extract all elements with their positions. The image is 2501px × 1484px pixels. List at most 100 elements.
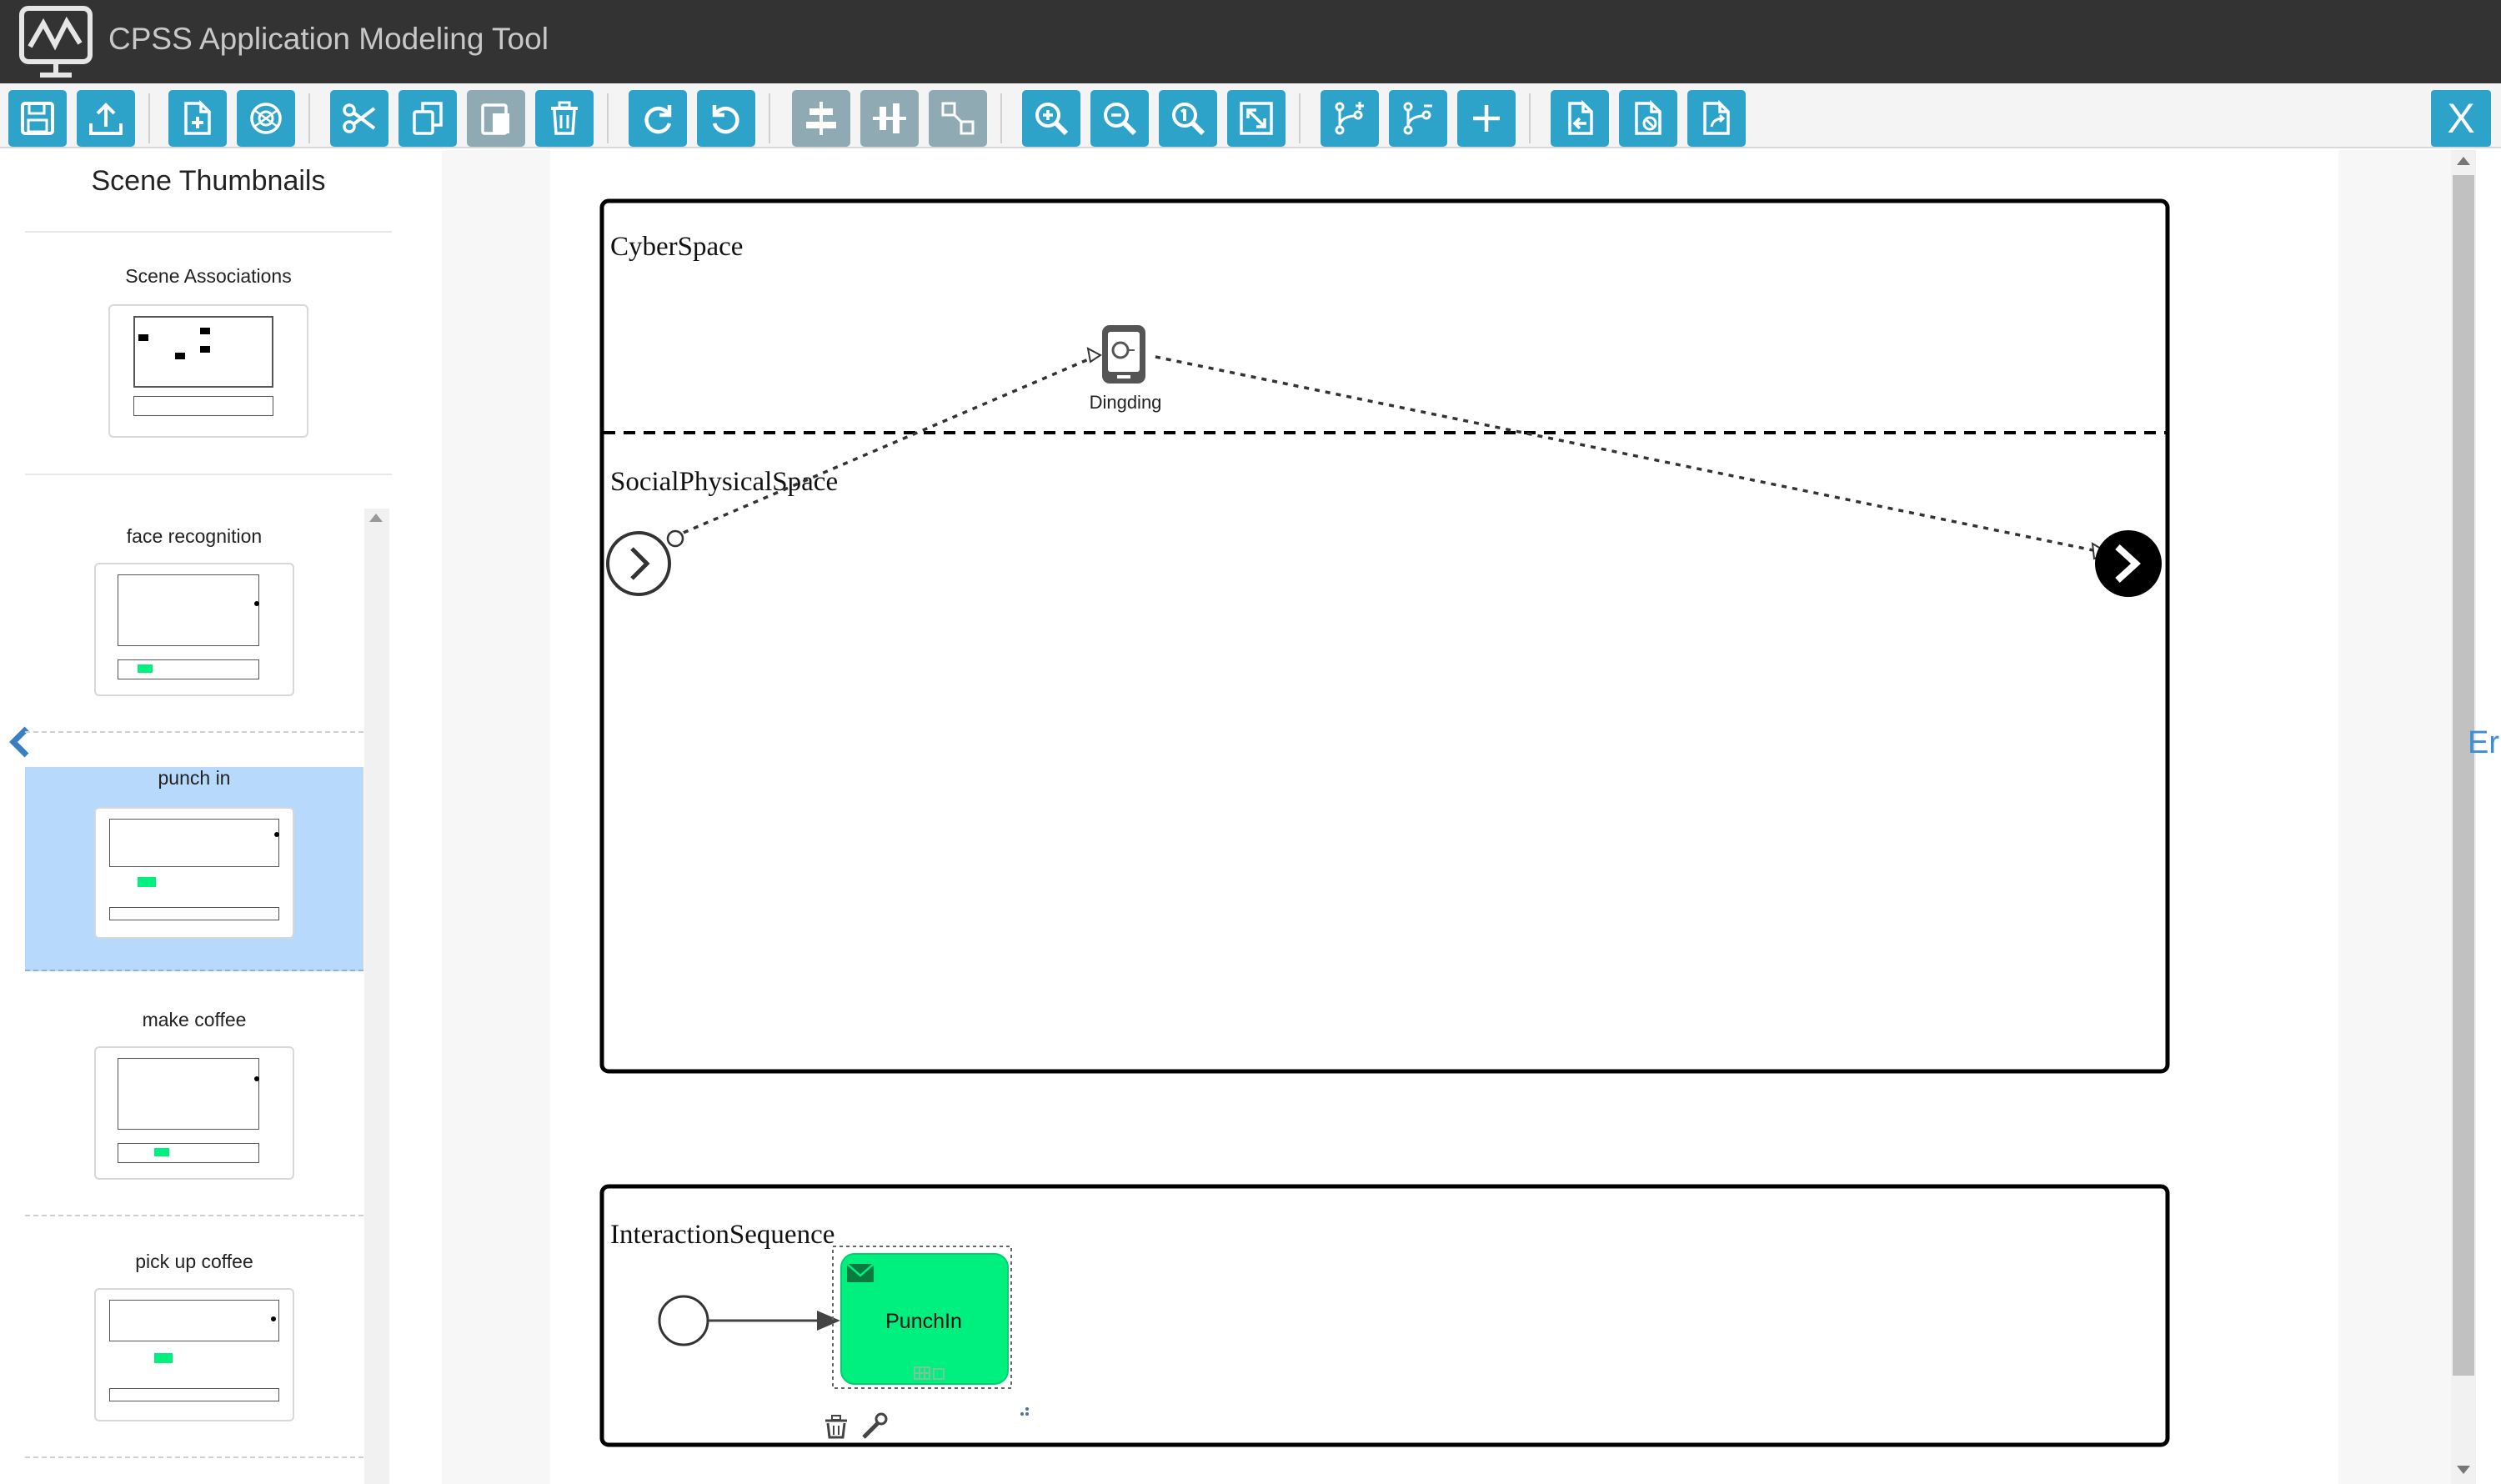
new-scene-button[interactable]: [168, 90, 227, 147]
remove-branch-button[interactable]: [1389, 90, 1447, 147]
toolbar-separator: [769, 93, 770, 143]
envelope-icon: [846, 1263, 875, 1282]
end-event[interactable]: [2095, 530, 2162, 597]
delete-button[interactable]: [535, 90, 594, 147]
redo-button[interactable]: [629, 90, 687, 147]
mini-node: [138, 334, 148, 341]
toolbar-separator: [1529, 93, 1531, 143]
scene-label-face-recognition[interactable]: face recognition: [25, 525, 363, 548]
scene-label-make-coffee[interactable]: make coffee: [25, 1009, 363, 1031]
title-bar: CPSS Application Modeling Tool: [0, 0, 2501, 83]
add-branch-button[interactable]: [1321, 90, 1379, 147]
fit-button[interactable]: [1227, 90, 1286, 147]
scroll-up-arrow-icon[interactable]: [2457, 157, 2470, 165]
mini-node: [274, 832, 279, 837]
canvas-margin: [2338, 150, 2451, 1484]
save-icon: [21, 102, 54, 135]
diagram-canvas[interactable]: CyberSpace SocialPhysicalSpace Dingding …: [550, 150, 2338, 1484]
canvas-margin: [442, 150, 550, 1484]
scene-thumbnails-panel: Scene Thumbnails Scene Associations face…: [0, 150, 442, 1484]
align-h-icon: [806, 102, 836, 135]
branch-remove-icon: [1403, 102, 1432, 135]
add-button[interactable]: [1457, 90, 1516, 147]
canvas-scroll-thumb[interactable]: [2453, 175, 2474, 1376]
align-v-icon: [873, 103, 906, 133]
thumbnails-scrollbar[interactable]: [364, 509, 389, 1484]
scene-label-pick-up-coffee[interactable]: pick up coffee: [25, 1251, 363, 1273]
mini-sequence: [133, 396, 273, 416]
fit-icon: [1240, 102, 1273, 135]
resize-icon: [941, 102, 975, 135]
align-horizontal-button[interactable]: [792, 90, 850, 147]
scene-label-punch-in[interactable]: punch in: [25, 767, 363, 790]
scroll-up-arrow-icon[interactable]: [369, 514, 383, 522]
mini-pool: [109, 1300, 279, 1341]
interaction-sequence-pool[interactable]: InteractionSequence: [599, 1184, 2170, 1447]
scroll-down-arrow-icon[interactable]: [2457, 1466, 2470, 1474]
lane-label-cyberspace: CyberSpace: [610, 232, 743, 262]
upload-icon: [89, 103, 123, 135]
network-button[interactable]: [237, 90, 295, 147]
scissors-icon: [343, 103, 376, 133]
mini-pool: [109, 819, 279, 867]
mini-task: [138, 664, 153, 673]
sequence-title: InteractionSequence: [610, 1220, 835, 1250]
branch-add-icon: [1335, 102, 1364, 135]
copy-icon: [413, 102, 443, 135]
mini-sequence: [109, 907, 279, 920]
chevron-left-icon[interactable]: [5, 724, 33, 760]
right-panel-peek-text[interactable]: Er: [2468, 725, 2499, 761]
cut-button[interactable]: [330, 90, 388, 147]
zoom-actual-button[interactable]: [1159, 90, 1217, 147]
zoom-reset-icon: [1172, 103, 1205, 136]
clear-button[interactable]: [1619, 90, 1677, 147]
zoom-in-button[interactable]: [1022, 90, 1080, 147]
export-button[interactable]: [1687, 90, 1746, 147]
toolbar-separator: [308, 93, 310, 143]
export-icon: [1703, 99, 1730, 135]
divider: [25, 1456, 363, 1458]
scene-associations-label: Scene Associations: [125, 265, 292, 287]
mini-node: [254, 1076, 259, 1081]
toolbar-separator: [1299, 93, 1301, 143]
task-label: PunchIn: [885, 1310, 962, 1333]
align-vertical-button[interactable]: [860, 90, 919, 147]
sequence-start-event[interactable]: [658, 1295, 709, 1346]
mini-pool: [118, 1058, 259, 1130]
resize-button[interactable]: [929, 90, 987, 147]
app-logo-icon: [19, 6, 93, 78]
redo-icon: [644, 105, 672, 134]
mini-node: [200, 346, 210, 353]
network-icon: [250, 103, 282, 134]
upload-button[interactable]: [77, 90, 135, 147]
mini-task: [138, 877, 156, 887]
scene-thumbnail-pick-up-coffee[interactable]: [94, 1288, 294, 1421]
scene-thumbnail-face-recognition[interactable]: [94, 563, 294, 696]
scene-associations-thumbnail[interactable]: [108, 304, 308, 438]
mini-node: [175, 353, 185, 359]
import-button[interactable]: [1551, 90, 1609, 147]
scene-thumbnail-make-coffee[interactable]: [94, 1046, 294, 1180]
mini-node: [271, 1316, 276, 1321]
task-punchin[interactable]: PunchIn: [832, 1246, 1012, 1389]
connector-handle[interactable]: [666, 529, 684, 548]
paste-button[interactable]: [467, 90, 525, 147]
device-label: Dingding: [1090, 392, 1162, 413]
mini-node: [200, 328, 210, 334]
close-button[interactable]: X: [2431, 90, 2491, 147]
cps-pool[interactable]: CyberSpace SocialPhysicalSpace: [599, 198, 2170, 1074]
paste-icon: [481, 103, 509, 135]
import-icon: [1568, 99, 1593, 135]
zoom-in-icon: [1035, 103, 1069, 136]
trash-icon: [551, 101, 578, 135]
zoom-out-button[interactable]: [1090, 90, 1149, 147]
mini-pool: [118, 574, 259, 646]
save-button[interactable]: [8, 90, 67, 147]
divider: [25, 231, 392, 233]
scene-thumbnail-punch-in[interactable]: [94, 807, 294, 939]
toolbar-separator: [1000, 93, 1002, 143]
undo-icon: [712, 105, 739, 134]
copy-button[interactable]: [398, 90, 457, 147]
undo-button[interactable]: [697, 90, 755, 147]
app-title: CPSS Application Modeling Tool: [108, 22, 549, 56]
